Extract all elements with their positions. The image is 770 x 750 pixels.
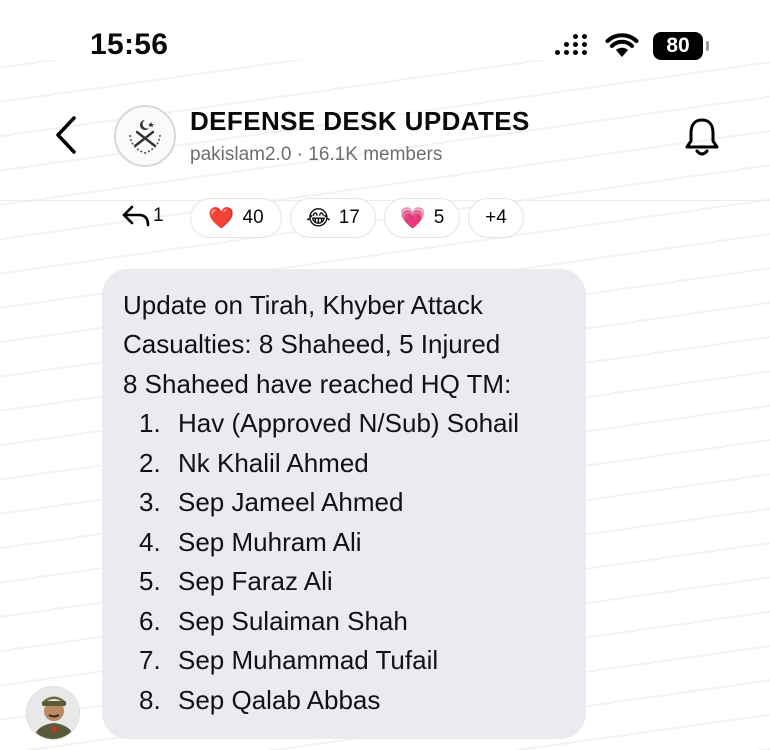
header-divider <box>0 200 770 201</box>
battery-icon: 80 <box>653 32 709 60</box>
list-item: 4. Sep Muhram Ali <box>139 526 362 558</box>
list-number: 3. <box>139 487 161 517</box>
cellular-signal-icon <box>555 33 591 59</box>
sender-avatar[interactable] <box>26 686 80 740</box>
list-text: Sep Qalab Abbas <box>178 685 381 715</box>
list-number: 7. <box>139 645 161 675</box>
channel-meta: pakislam2.0 · 16.1K members <box>190 144 443 165</box>
more-reactions-button[interactable]: +4 <box>468 198 524 238</box>
message-line: Update on Tirah, Khyber Attack <box>123 290 483 320</box>
status-icons: 80 <box>555 28 709 64</box>
list-item: 7. Sep Muhammad Tufail <box>139 644 438 676</box>
wifi-icon <box>605 33 639 57</box>
laughing-face-icon: 😂 <box>306 205 331 230</box>
list-item: 3. Sep Jameel Ahmed <box>139 486 403 518</box>
bell-icon <box>685 118 719 156</box>
list-text: Hav (Approved N/Sub) Sohail <box>178 408 520 438</box>
message-line: 8 Shaheed have reached HQ TM: <box>123 369 512 399</box>
channel-screen: 15:56 80 DEFENSE DESK UPDATES pakislam2.… <box>0 0 770 750</box>
list-item: 2. Nk Khalil Ahmed <box>139 447 369 479</box>
list-number: 5. <box>139 566 161 596</box>
reply-count: 1 <box>153 205 164 226</box>
list-number: 1. <box>139 408 161 438</box>
reaction-count: 17 <box>338 207 360 228</box>
list-text: Sep Muhram Ali <box>178 527 362 557</box>
message-line: Casualties: 8 Shaheed, 5 Injured <box>123 329 501 359</box>
notifications-button[interactable] <box>682 113 722 159</box>
crest-icon <box>129 120 161 154</box>
list-item: 8. Sep Qalab Abbas <box>139 684 380 716</box>
list-number: 6. <box>139 606 161 636</box>
reaction-laugh[interactable]: 😂 17 <box>290 198 376 238</box>
chevron-left-icon <box>56 116 76 154</box>
status-time: 15:56 <box>90 28 169 61</box>
reaction-heart[interactable]: ❤️ 40 <box>190 198 282 238</box>
list-text: Sep Muhammad Tufail <box>178 645 439 675</box>
more-reactions-count: +4 <box>485 207 507 228</box>
reaction-pink-heart[interactable]: 💗 5 <box>384 198 460 238</box>
list-item: 5. Sep Faraz Ali <box>139 565 333 597</box>
reply-icon <box>122 205 150 227</box>
red-heart-icon: ❤️ <box>208 205 235 230</box>
list-number: 4. <box>139 527 161 557</box>
profile-photo <box>27 687 79 739</box>
pink-heart-icon: 💗 <box>399 205 426 230</box>
list-text: Nk Khalil Ahmed <box>178 448 369 478</box>
list-text: Sep Jameel Ahmed <box>178 487 404 517</box>
list-text: Sep Faraz Ali <box>178 566 333 596</box>
channel-avatar[interactable] <box>114 105 176 167</box>
reaction-count: 5 <box>433 207 445 228</box>
list-number: 2. <box>139 448 161 478</box>
battery-level: 80 <box>666 34 690 57</box>
back-button[interactable] <box>48 112 84 158</box>
list-item: 1. Hav (Approved N/Sub) Sohail <box>139 407 519 439</box>
list-item: 6. Sep Sulaiman Shah <box>139 605 408 637</box>
reaction-count: 40 <box>242 207 264 228</box>
channel-title: DEFENSE DESK UPDATES <box>190 106 530 136</box>
list-text: Sep Sulaiman Shah <box>178 606 408 636</box>
reply-button[interactable]: 1 <box>121 201 164 231</box>
list-number: 8. <box>139 685 161 715</box>
